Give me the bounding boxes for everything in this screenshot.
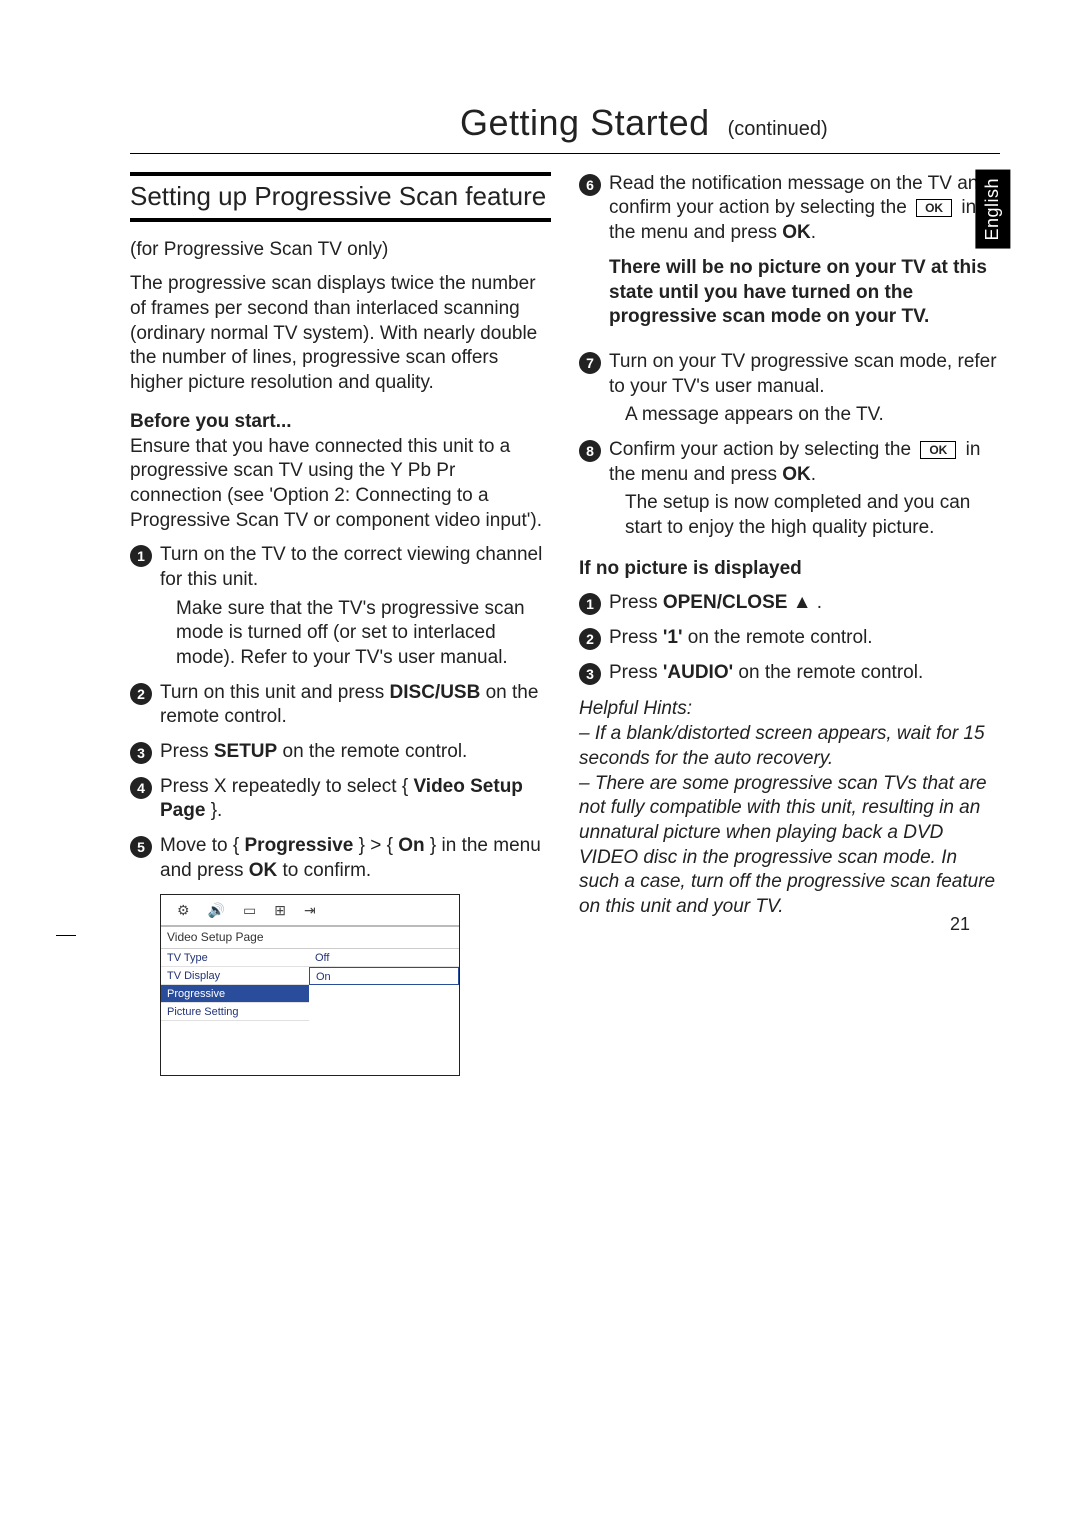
step-text: . (811, 464, 816, 485)
step-text: on the remote control. (277, 741, 467, 762)
intro-note: (for Progressive Scan TV only) (130, 238, 551, 263)
button-name: SETUP (214, 741, 277, 762)
right-column: 6 Read the notiﬁcation message on the TV… (579, 172, 1000, 1076)
button-name: 'AUDIO' (663, 662, 733, 683)
step-text: ▲ . (787, 592, 822, 613)
step-number-icon: 3 (130, 742, 152, 764)
continued-label: (continued) (728, 116, 828, 142)
hint-2: – There are some progressive scan TVs th… (579, 773, 995, 917)
ok-box-icon: OK (916, 199, 952, 217)
no-picture-heading: If no picture is displayed (579, 557, 1000, 582)
osd-menu-figure: ⚙ 🔊 ▭ ⊞ ⇥ Video Setup Page TV Type TV Di… (160, 894, 460, 1077)
step-number-icon: 1 (579, 593, 601, 615)
ok-box-icon: OK (920, 441, 956, 459)
button-name: OK (782, 464, 811, 485)
osd-item: TV Type (161, 949, 309, 967)
button-name: OK (782, 222, 811, 243)
page-header: Getting Started (continued) (130, 100, 1000, 154)
hint-1: – If a blank/distorted screen appears, w… (579, 723, 985, 769)
button-name: OPEN/CLOSE (663, 592, 788, 613)
osd-item: Picture Setting (161, 1003, 309, 1021)
step-number-icon: 3 (579, 663, 601, 685)
step-2: 2 Turn on this unit and press DISC/USB o… (130, 681, 551, 730)
section-title: Setting up Progressive Scan feature (130, 176, 551, 218)
osd-spacer (161, 1021, 309, 1075)
menu-item: On (398, 835, 424, 856)
step-text: on the remote control. (733, 662, 923, 683)
step-5: 5 Move to { Progressive } > { On } in th… (130, 834, 551, 883)
button-name: DISC/USB (390, 682, 481, 703)
alt-step-1: 1 Press OPEN/CLOSE ▲ . (579, 591, 1000, 616)
page-title: Getting Started (460, 100, 710, 147)
osd-item-selected: Progressive (161, 985, 309, 1003)
step-number-icon: 8 (579, 440, 601, 462)
grid-icon: ⊞ (274, 901, 286, 919)
step-number-icon: 2 (579, 628, 601, 650)
before-body: Ensure that you have connected this unit… (130, 436, 542, 531)
language-tab: English (975, 170, 1010, 249)
hints-label: Helpful Hints: (579, 698, 692, 719)
step-8: 8 Conﬁrm your action by selecting the OK… (579, 438, 1000, 541)
step-7: 7 Turn on your TV progressive scan mode,… (579, 350, 1000, 428)
button-name: OK (249, 860, 278, 881)
step-result: The setup is now completed and you can s… (625, 492, 970, 538)
osd-option-selected: On (309, 967, 459, 985)
step-result: A message appears on the TV. (625, 404, 884, 425)
osd-body: TV Type TV Display Progressive Picture S… (161, 949, 459, 1075)
exit-icon: ⇥ (304, 901, 316, 919)
step-text: on the remote control. (682, 627, 872, 648)
section-rule: Setting up Progressive Scan feature (130, 172, 551, 222)
step-text: Press X repeatedly to select { (160, 776, 413, 797)
step-warning: There will be no picture on your TV at t… (609, 256, 1000, 330)
step-number-icon: 7 (579, 352, 601, 374)
step-3: 3 Press SETUP on the remote control. (130, 740, 551, 765)
alt-step-2: 2 Press '1' on the remote control. (579, 626, 1000, 651)
step-text: . (811, 222, 816, 243)
intro-body: The progressive scan displays twice the … (130, 272, 551, 395)
step-text: Turn on this unit and press (160, 682, 390, 703)
osd-item: TV Display (161, 967, 309, 985)
step-text: }. (205, 800, 222, 821)
step-1: 1 Turn on the TV to the correct viewing … (130, 543, 551, 670)
step-text: Turn on your TV progressive scan mode, r… (609, 351, 997, 397)
step-number-icon: 2 (130, 683, 152, 705)
audio-icon: 🔊 (208, 901, 225, 919)
content-columns: Setting up Progressive Scan feature (for… (130, 172, 1000, 1076)
step-number-icon: 1 (130, 545, 152, 567)
osd-left-pane: TV Type TV Display Progressive Picture S… (161, 949, 309, 1075)
step-text: Conﬁrm your action by selecting the (609, 439, 916, 460)
video-icon: ▭ (243, 901, 256, 919)
before-heading: Before you start... (130, 411, 292, 432)
button-name: '1' (663, 627, 683, 648)
crop-mark-icon (56, 935, 76, 936)
step-text: } > { (353, 835, 398, 856)
osd-header: Video Setup Page (161, 927, 459, 950)
step-subtext: Make sure that the TV's progressive scan… (176, 598, 525, 668)
step-number-icon: 4 (130, 777, 152, 799)
step-text: Press (160, 741, 214, 762)
left-column: Setting up Progressive Scan feature (for… (130, 172, 551, 1076)
step-number-icon: 6 (579, 174, 601, 196)
step-text: Press (609, 627, 663, 648)
osd-tab-bar: ⚙ 🔊 ▭ ⊞ ⇥ (161, 895, 459, 927)
step-text: to conﬁrm. (277, 860, 371, 881)
manual-page: English Getting Started (continued) Sett… (0, 0, 1080, 1136)
osd-option: Off (309, 949, 459, 967)
step-text: Move to { (160, 835, 245, 856)
step-4: 4 Press X repeatedly to select { Video S… (130, 775, 551, 824)
step-6: 6 Read the notiﬁcation message on the TV… (579, 172, 1000, 340)
osd-right-pane: Off On (309, 949, 459, 1075)
step-text: Press (609, 662, 663, 683)
step-text: Turn on the TV to the correct viewing ch… (160, 544, 542, 590)
menu-item: Progressive (245, 835, 354, 856)
settings-icon: ⚙ (177, 901, 190, 919)
page-number: 21 (950, 913, 970, 936)
alt-step-3: 3 Press 'AUDIO' on the remote control. (579, 661, 1000, 686)
step-text: Press (609, 592, 663, 613)
step-number-icon: 5 (130, 836, 152, 858)
